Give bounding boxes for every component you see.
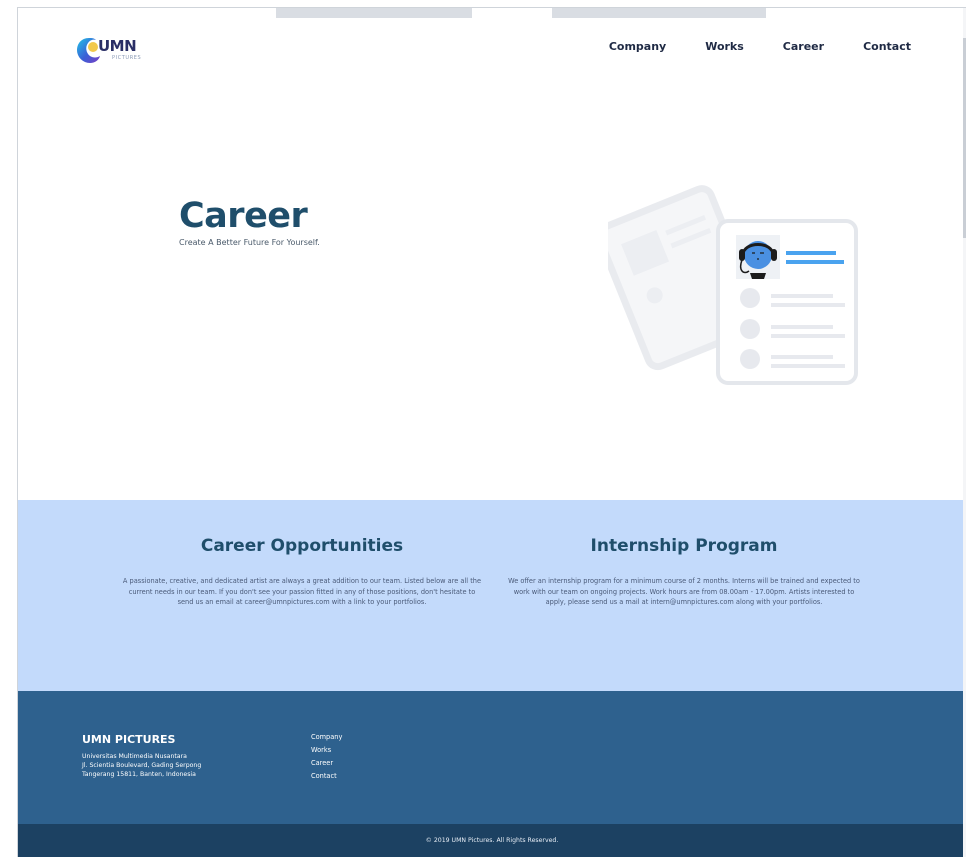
address-line: Tangerang 15811, Banten, Indonesia	[82, 771, 196, 778]
footer-link-career[interactable]: Career	[311, 757, 342, 770]
career-info-section: Career Opportunities A passionate, creat…	[18, 500, 966, 691]
nav-career[interactable]: Career	[783, 40, 824, 53]
footer-link-contact[interactable]: Contact	[311, 770, 342, 783]
internship-program-block: Internship Program We offer an internshi…	[504, 536, 864, 608]
footer-brand: UMN PICTURES	[82, 733, 176, 746]
logo-text: UMN	[98, 37, 137, 55]
top-band-right	[552, 8, 766, 18]
agent-avatar-icon	[736, 235, 780, 279]
footer-link-works[interactable]: Works	[311, 744, 342, 757]
career-opportunities-title: Career Opportunities	[200, 536, 404, 556]
browser-viewport: UMN PICTURES Company Works Career Contac…	[17, 7, 966, 857]
copyright-bar: © 2019 UMN Pictures. All Rights Reserved…	[18, 824, 966, 857]
hero-subtitle: Create A Better Future For Yourself.	[179, 238, 320, 247]
nav-works[interactable]: Works	[705, 40, 744, 53]
logo-subtitle: PICTURES	[112, 55, 142, 61]
internship-program-text: We offer an internship program for a min…	[508, 577, 860, 606]
career-opportunities-block: Career Opportunities A passionate, creat…	[122, 536, 482, 608]
hero-title: Career	[179, 196, 308, 236]
footer-address: Universitas Multimedia Nusantara Jl. Sci…	[82, 752, 201, 779]
scrollbar-thumb[interactable]	[963, 38, 966, 238]
nav-contact[interactable]: Contact	[863, 40, 911, 53]
top-band-left	[276, 8, 472, 18]
umn-logo[interactable]: UMN PICTURES	[76, 35, 142, 67]
address-line: Jl. Scientia Boulevard, Gading Serpong	[82, 762, 202, 769]
career-opportunities-text: A passionate, creative, and dedicated ar…	[122, 577, 482, 606]
footer-link-company[interactable]: Company	[311, 731, 342, 744]
address-line: Universitas Multimedia Nusantara	[82, 753, 187, 760]
resume-illustration	[608, 185, 858, 385]
main-nav: Company Works Career Contact	[609, 40, 911, 53]
nav-company[interactable]: Company	[609, 40, 666, 53]
internship-program-title: Internship Program	[590, 536, 778, 556]
footer: UMN PICTURES Universitas Multimedia Nusa…	[18, 691, 966, 824]
footer-links: Company Works Career Contact	[311, 731, 342, 783]
